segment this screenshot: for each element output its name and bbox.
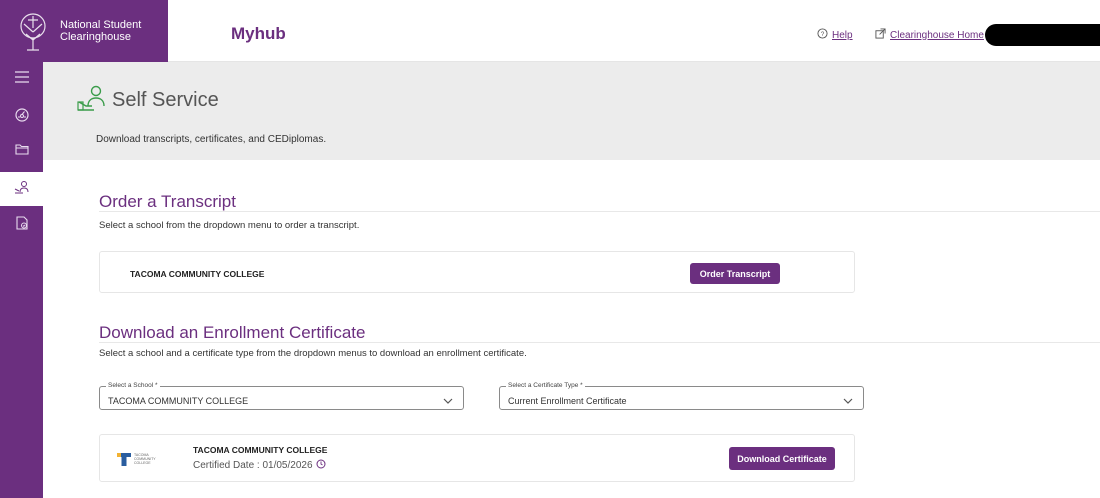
help-link[interactable]: ? Help bbox=[817, 28, 853, 42]
info-clock-icon[interactable] bbox=[316, 459, 326, 472]
brand-name: National Student Clearinghouse bbox=[60, 19, 141, 43]
certificate-type-select-label: Select a Certificate Type * bbox=[506, 382, 585, 390]
sidebar-item-documents[interactable] bbox=[0, 208, 43, 242]
sidebar-item-folder[interactable] bbox=[0, 134, 43, 168]
home-label: Clearinghouse Home bbox=[890, 29, 984, 41]
brand-line-2: Clearinghouse bbox=[60, 31, 131, 43]
tree-logo-icon bbox=[10, 8, 56, 54]
certificate-type-select-value: Current Enrollment Certificate bbox=[508, 396, 627, 406]
school-select-value: TACOMA COMMUNITY COLLEGE bbox=[108, 396, 249, 406]
sidebar-item-dashboard[interactable] bbox=[0, 100, 43, 134]
clearinghouse-home-link[interactable]: Clearinghouse Home bbox=[875, 28, 984, 42]
download-certificate-button[interactable]: Download Certificate bbox=[729, 447, 835, 470]
folder-icon bbox=[14, 142, 29, 160]
page-root: National Student Clearinghouse Myhub ? H… bbox=[0, 0, 1100, 498]
menu-icon bbox=[14, 70, 29, 88]
transcript-school-name: TACOMA COMMUNITY COLLEGE bbox=[130, 269, 265, 279]
sidebar-menu-button[interactable] bbox=[0, 62, 43, 96]
certificate-school-name: TACOMA COMMUNITY COLLEGE bbox=[193, 445, 328, 455]
school-select-label: Select a School * bbox=[106, 382, 160, 390]
document-check-icon bbox=[15, 215, 29, 235]
school-select[interactable]: Select a School * TACOMA COMMUNITY COLLE… bbox=[99, 382, 464, 411]
dashboard-icon bbox=[14, 107, 29, 127]
tacoma-t-icon bbox=[117, 453, 131, 466]
app-title: Myhub bbox=[231, 24, 286, 43]
self-service-icon bbox=[14, 180, 30, 199]
enrollment-description: Select a school and a certificate type f… bbox=[99, 348, 527, 359]
sidebar bbox=[0, 62, 43, 498]
transcript-description: Select a school from the dropdown menu t… bbox=[99, 220, 360, 231]
sidebar-item-self-service[interactable] bbox=[0, 172, 43, 206]
tacoma-logo: TACOMA COMMUNITY COLLEGE bbox=[117, 452, 158, 466]
transcript-section-title: Order a Transcript bbox=[99, 192, 236, 211]
order-transcript-button[interactable]: Order Transcript bbox=[690, 263, 780, 284]
page-title: Self Service bbox=[112, 89, 219, 111]
brand-logo[interactable]: National Student Clearinghouse bbox=[0, 0, 168, 62]
redacted-user-area bbox=[985, 24, 1100, 46]
transcript-card: TACOMA COMMUNITY COLLEGE Order Transcrip… bbox=[99, 251, 855, 293]
certified-date-text: Certified Date : 01/05/2026 bbox=[193, 460, 313, 471]
enrollment-divider bbox=[99, 342, 1100, 343]
help-circle-icon: ? bbox=[817, 28, 828, 42]
page-subtitle: Download transcripts, certificates, and … bbox=[96, 134, 327, 145]
chevron-down-icon bbox=[443, 393, 453, 411]
svg-text:?: ? bbox=[821, 31, 825, 38]
help-label: Help bbox=[832, 29, 853, 41]
transcript-divider bbox=[99, 211, 1100, 212]
self-service-banner-icon bbox=[76, 84, 108, 117]
brand-line-1: National Student bbox=[60, 19, 142, 31]
top-header: National Student Clearinghouse Myhub ? H… bbox=[0, 0, 1100, 62]
chevron-down-icon bbox=[843, 393, 853, 411]
tacoma-logo-text: TACOMA COMMUNITY COLLEGE bbox=[134, 453, 156, 465]
external-link-icon bbox=[875, 28, 886, 42]
enrollment-section-title: Download an Enrollment Certificate bbox=[99, 323, 366, 342]
certified-date: Certified Date : 01/05/2026 bbox=[193, 459, 326, 472]
certificate-type-select[interactable]: Select a Certificate Type * Current Enro… bbox=[499, 382, 864, 411]
